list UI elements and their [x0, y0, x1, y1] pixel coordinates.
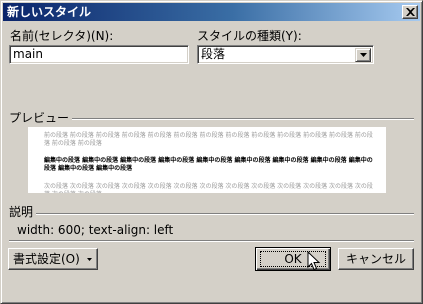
preview-current-paragraph: 編集中の段落 編集中の段落 編集中の段落 編集中の段落 編集中の段落 編集中の段… — [44, 157, 373, 172]
close-button[interactable] — [402, 5, 418, 19]
style-type-label: スタイルの種類(Y): — [197, 29, 302, 43]
description-divider — [9, 213, 414, 215]
preview-next-paragraph: 次の段落 次の段落 次の段落 次の段落 次の段落 次の段落 次の段落 次の段落 … — [44, 183, 373, 193]
cancel-button[interactable]: キャンセル — [338, 248, 414, 270]
chevron-down-icon — [360, 53, 367, 57]
name-input[interactable]: main — [9, 45, 189, 64]
bottom-divider — [9, 240, 414, 242]
title-bar[interactable]: 新しいスタイル — [3, 3, 420, 21]
preview-previous-paragraph: 前の段落 前の段落 前の段落 前の段落 前の段落 前の段落 前の段落 前の段落 … — [44, 132, 373, 147]
format-button-label: 書式設定(O) — [13, 252, 80, 266]
description-title: 説明 — [9, 205, 37, 219]
style-type-value: 段落 — [201, 47, 226, 61]
ok-button-label: OK — [284, 252, 302, 266]
description-text: width: 600; text-align: left — [17, 223, 174, 237]
style-type-select[interactable]: 段落 — [197, 45, 374, 64]
dropdown-arrow-icon — [87, 258, 92, 261]
name-label: 名前(セレクタ)(N): — [10, 29, 114, 43]
cancel-button-label: キャンセル — [345, 252, 406, 266]
format-button[interactable]: 書式設定(O) — [8, 248, 98, 270]
preview-title: プレビュー — [9, 111, 73, 125]
window-title: 新しいスタイル — [7, 5, 92, 19]
mouse-pointer-icon — [307, 251, 321, 271]
preview-pane: 前の段落 前の段落 前の段落 前の段落 前の段落 前の段落 前の段落 前の段落 … — [28, 127, 386, 193]
style-type-dropdown-button[interactable] — [355, 48, 371, 62]
new-style-dialog: 新しいスタイル 名前(セレクタ)(N): main スタイルの種類(Y): 段落… — [0, 0, 423, 304]
name-input-value: main — [13, 47, 43, 61]
close-icon — [406, 8, 415, 16]
